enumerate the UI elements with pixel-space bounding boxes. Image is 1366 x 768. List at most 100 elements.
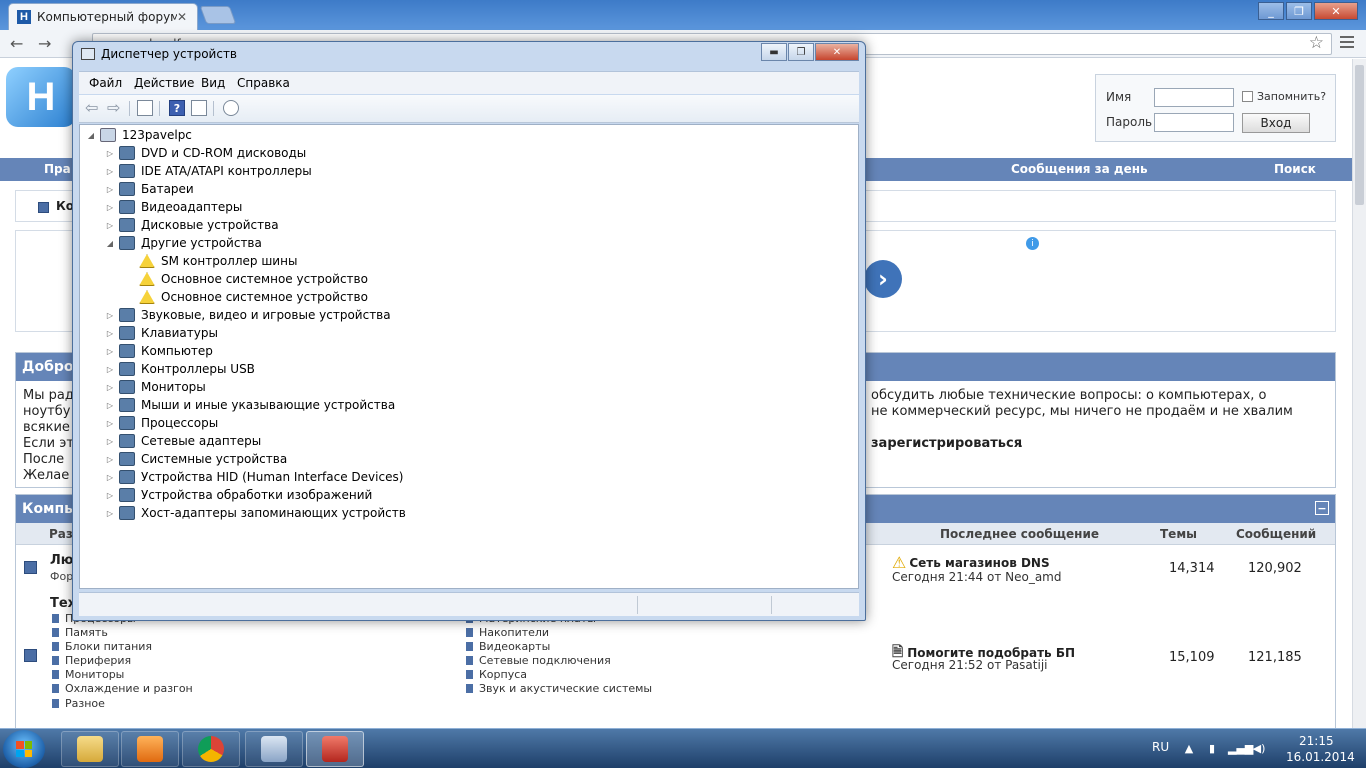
expand-arrow-icon[interactable]: ▷ xyxy=(105,167,115,176)
close-button[interactable]: ✕ xyxy=(1314,2,1358,20)
bookmark-star-icon[interactable]: ☆ xyxy=(1309,33,1324,53)
tree-category[interactable]: ▷ DVD и CD-ROM дисководы xyxy=(105,144,306,162)
subforum-label[interactable]: Корпуса xyxy=(479,668,527,681)
subforum-label[interactable]: Охлаждение и разгон xyxy=(65,682,193,695)
back-arrow-icon[interactable]: ⇦ xyxy=(85,100,101,116)
forward-arrow-icon[interactable]: ⇨ xyxy=(107,100,123,116)
browser-tab[interactable]: H Компьютерный форум ✕ xyxy=(8,3,198,30)
network-signal-icon[interactable]: ▂▄▆ xyxy=(1228,742,1253,756)
tree-category[interactable]: ▷ Системные устройства xyxy=(105,450,287,468)
tree-category[interactable]: ◢ Другие устройства xyxy=(105,234,262,252)
menu-help[interactable]: Справка xyxy=(237,76,290,90)
back-icon[interactable]: ← xyxy=(10,34,23,53)
taskbar-media-player[interactable] xyxy=(121,731,179,767)
collapse-arrow-icon[interactable]: ◢ xyxy=(105,239,115,248)
tree-category[interactable]: ▷ Звуковые, видео и игровые устройства xyxy=(105,306,391,324)
volume-icon[interactable]: ◀) xyxy=(1252,742,1266,756)
taskbar-device-manager[interactable] xyxy=(245,731,303,767)
expand-arrow-icon[interactable]: ▷ xyxy=(105,365,115,374)
taskbar-explorer[interactable] xyxy=(61,731,119,767)
tree-category[interactable]: ▷ Видеоадаптеры xyxy=(105,198,242,216)
nav-item-search[interactable]: Поиск xyxy=(1274,162,1316,176)
subforum-label[interactable]: Мониторы xyxy=(65,668,124,681)
tree-category[interactable]: ▷ Мыши и иные указывающие устройства xyxy=(105,396,395,414)
subforum-label[interactable]: Звук и акустические системы xyxy=(479,682,652,695)
nav-item-rules[interactable]: Пра xyxy=(44,162,71,176)
properties-icon[interactable] xyxy=(191,100,207,116)
subforum-label[interactable]: Память xyxy=(65,626,108,639)
expand-arrow-icon[interactable]: ▷ xyxy=(105,437,115,446)
forward-icon[interactable]: → xyxy=(38,34,51,53)
expand-arrow-icon[interactable]: ▷ xyxy=(105,203,115,212)
collapse-arrow-icon[interactable]: ◢ xyxy=(86,131,96,140)
forum-title-1[interactable]: Лю xyxy=(50,553,73,568)
tree-category[interactable]: ▷ Батареи xyxy=(105,180,194,198)
tree-category[interactable]: ▷ Хост-адаптеры запоминающих устройств xyxy=(105,504,406,522)
help-icon[interactable]: ? xyxy=(169,100,185,116)
checkbox-box[interactable] xyxy=(1242,91,1253,102)
remember-me-checkbox[interactable]: Запомнить? xyxy=(1242,90,1326,103)
menu-action[interactable]: Действие xyxy=(134,76,194,90)
clock-time[interactable]: 21:15 xyxy=(1299,734,1334,748)
tree-category[interactable]: ▷ Контроллеры USB xyxy=(105,360,255,378)
expand-arrow-icon[interactable]: ▷ xyxy=(105,149,115,158)
scan-hardware-changes-icon[interactable] xyxy=(223,100,239,116)
tree-category[interactable]: ▷ Устройства HID (Human Interface Devices… xyxy=(105,468,403,486)
clock-date[interactable]: 16.01.2014 xyxy=(1286,750,1355,764)
expand-arrow-icon[interactable]: ▷ xyxy=(105,311,115,320)
expand-arrow-icon[interactable]: ▷ xyxy=(105,347,115,356)
subforum-label[interactable]: Разное xyxy=(65,697,105,710)
ad-info-icon[interactable]: i xyxy=(1026,237,1039,250)
tab-close-icon[interactable]: ✕ xyxy=(177,10,191,24)
taskbar-toolbox[interactable] xyxy=(306,731,364,767)
login-button[interactable]: Вход xyxy=(1242,113,1310,133)
subforum-label[interactable]: Сетевые подключения xyxy=(479,654,611,667)
scrollbar-thumb[interactable] xyxy=(1355,65,1364,205)
page-scrollbar[interactable] xyxy=(1352,59,1366,728)
subforum-label[interactable]: Видеокарты xyxy=(479,640,550,653)
tree-category[interactable]: ▷ IDE ATA/ATAPI контроллеры xyxy=(105,162,312,180)
show-hidden-icons-icon[interactable]: ▲ xyxy=(1182,742,1196,756)
site-logo[interactable]: H xyxy=(6,67,76,127)
expand-arrow-icon[interactable]: ▷ xyxy=(105,185,115,194)
tree-device[interactable]: SM контроллер шины xyxy=(125,252,297,270)
expand-arrow-icon[interactable]: ▷ xyxy=(105,509,115,518)
tree-device[interactable]: Основное системное устройство xyxy=(125,288,368,306)
tree-device[interactable]: Основное системное устройство xyxy=(125,270,368,288)
password-input[interactable] xyxy=(1154,113,1234,132)
expand-arrow-icon[interactable]: ▷ xyxy=(105,401,115,410)
language-indicator[interactable]: RU xyxy=(1152,740,1169,754)
nav-item-messages-today[interactable]: Сообщения за день xyxy=(1011,162,1148,176)
maximize-button[interactable]: ❐ xyxy=(1286,2,1312,20)
minimize-button[interactable]: _ xyxy=(1258,2,1284,20)
subforum-label[interactable]: Блоки питания xyxy=(65,640,152,653)
close-button[interactable]: ✕ xyxy=(815,43,859,61)
minimize-button[interactable]: ▬ xyxy=(761,43,787,61)
expand-arrow-icon[interactable]: ▷ xyxy=(105,455,115,464)
tree-category[interactable]: ▷ Дисковые устройства xyxy=(105,216,279,234)
collapse-icon[interactable]: − xyxy=(1315,501,1329,515)
username-input[interactable] xyxy=(1154,88,1234,107)
tree-category[interactable]: ▷ Клавиатуры xyxy=(105,324,218,342)
tree-category[interactable]: ▷ Сетевые адаптеры xyxy=(105,432,261,450)
browser-menu-icon[interactable] xyxy=(1340,36,1354,50)
expand-arrow-icon[interactable]: ▷ xyxy=(105,491,115,500)
last-post-link-1[interactable]: Сеть магазинов DNS xyxy=(909,556,1049,570)
start-button[interactable] xyxy=(3,730,45,768)
expand-arrow-icon[interactable]: ▷ xyxy=(105,419,115,428)
expand-arrow-icon[interactable]: ▷ xyxy=(105,221,115,230)
show-hide-console-tree-icon[interactable] xyxy=(137,100,153,116)
expand-arrow-icon[interactable]: ▷ xyxy=(105,473,115,482)
device-icon[interactable]: ▮ xyxy=(1205,742,1219,756)
tree-category[interactable]: ▷ Компьютер xyxy=(105,342,213,360)
expand-arrow-icon[interactable]: ▷ xyxy=(105,329,115,338)
menu-view[interactable]: Вид xyxy=(201,76,225,90)
subforum-label[interactable]: Периферия xyxy=(65,654,131,667)
tree-root[interactable]: ◢ 123pavelpc xyxy=(86,126,192,144)
ad-next-arrow-icon[interactable]: › xyxy=(864,260,902,298)
taskbar-chrome[interactable] xyxy=(182,731,240,767)
subforum-label[interactable]: Накопители xyxy=(479,626,549,639)
expand-arrow-icon[interactable]: ▷ xyxy=(105,383,115,392)
new-tab-button[interactable] xyxy=(199,6,237,24)
tree-category[interactable]: ▷ Процессоры xyxy=(105,414,218,432)
